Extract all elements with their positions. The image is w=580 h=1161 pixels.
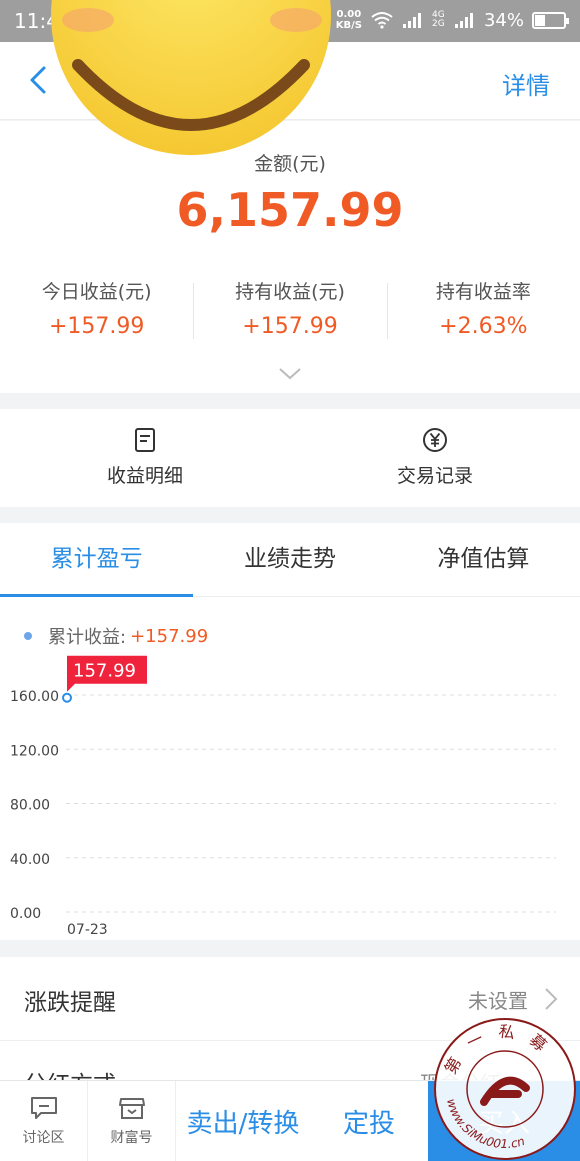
stat-label: 今日收益(元)	[41, 281, 152, 303]
tab-cumulative-pnl[interactable]: 累计盈亏	[0, 523, 194, 597]
stat-value: +157.99	[242, 314, 338, 339]
expand-chevron-icon[interactable]	[278, 367, 302, 381]
wealth-label: 财富号	[110, 1130, 153, 1146]
discuss-label: 讨论区	[22, 1130, 65, 1146]
auto-invest-button[interactable]: 定投	[310, 1081, 428, 1161]
stat-label: 持有收益(元)	[235, 281, 345, 303]
yuan-icon	[423, 428, 447, 452]
chart-card: 累计盈亏 业绩走势 净值估算 累计收益: +157.99 160.00 120.0…	[0, 523, 580, 940]
stat-holding: 持有收益(元) +157.99	[193, 277, 386, 343]
detail-link[interactable]: 详情	[502, 66, 550, 101]
discuss-button[interactable]: 讨论区	[0, 1081, 88, 1161]
legend-dot	[24, 632, 32, 640]
point-label-text: 157.99	[73, 661, 136, 682]
signal-icon-2	[454, 13, 473, 28]
net-speed: 0.00 KB/S	[335, 9, 362, 31]
stat-label: 持有收益率	[435, 281, 531, 303]
stat-value: +2.63%	[439, 314, 528, 339]
status-right: 0.00 KB/S 4G 2G 34%	[335, 9, 569, 31]
trade-records-button[interactable]: 交易记录	[290, 409, 580, 507]
battery-percent: 34%	[483, 9, 524, 31]
y-tick-label: 0.00	[10, 906, 41, 922]
income-detail-button[interactable]: 收益明细	[0, 409, 290, 507]
cumulative-chart: 160.00 120.00 80.00 40.00 0.00 07-23 157.99	[10, 655, 556, 938]
watermark-logo: 第一私募 www.SiMu001.cn	[434, 1018, 576, 1160]
y-tick-label: 40.00	[10, 852, 50, 868]
data-point	[62, 692, 72, 703]
tab-performance[interactable]: 业绩走势	[193, 523, 386, 596]
price-alert-label: 涨跌提醒	[24, 990, 116, 1016]
stat-rate: 持有收益率 +2.63%	[386, 277, 580, 343]
tab-nav-estimate[interactable]: 净值估算	[387, 523, 580, 596]
y-tick-label: 120.00	[10, 743, 59, 759]
x-tick-label: 07-23	[67, 922, 108, 938]
stat-today: 今日收益(元) +157.99	[0, 277, 193, 343]
y-tick-label: 80.00	[10, 798, 50, 814]
y-tick-label: 160.00	[10, 689, 59, 705]
wifi-icon	[371, 12, 393, 29]
network-type: 4G 2G	[431, 10, 445, 29]
battery-icon	[532, 11, 569, 29]
battery-fill	[535, 14, 545, 26]
signal-icon	[402, 13, 421, 28]
smiley-sticker-icon	[51, 0, 331, 155]
stats-row: 今日收益(元) +157.99 持有收益(元) +157.99 持有收益率 +2…	[0, 277, 580, 343]
sell-convert-button[interactable]: 卖出/转换	[176, 1081, 310, 1161]
quick-actions: 收益明细 交易记录	[0, 409, 580, 507]
document-icon	[135, 428, 155, 452]
chart-tabs: 累计盈亏 业绩走势 净值估算	[0, 523, 580, 597]
chat-bubble-icon	[30, 1097, 57, 1119]
quick-action-label: 收益明细	[106, 465, 183, 487]
price-alert-value: 未设置	[468, 989, 528, 1013]
quick-action-label: 交易记录	[396, 465, 473, 487]
wealth-button[interactable]: 财富号	[88, 1081, 176, 1161]
amount-value: 6,157.99	[176, 183, 404, 237]
chevron-right-icon	[545, 988, 558, 1010]
store-icon	[118, 1098, 145, 1119]
stat-value: +157.99	[48, 314, 145, 339]
